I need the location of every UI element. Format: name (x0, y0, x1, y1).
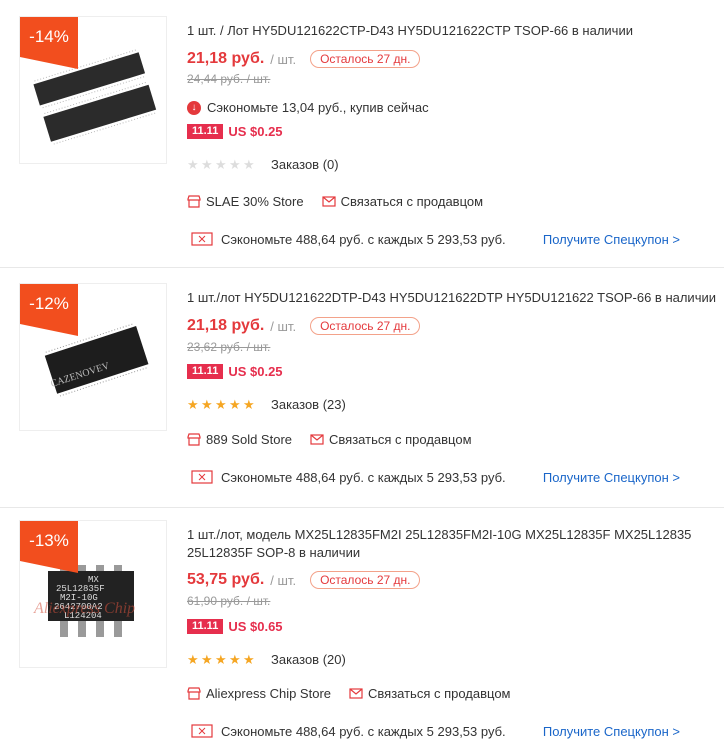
orders-count: Заказов (0) (271, 157, 339, 172)
discount-badge: -13% (20, 521, 78, 573)
envelope-icon (310, 434, 324, 445)
store-row: Aliexpress Chip Store Связаться с продав… (187, 686, 511, 701)
store-row: SLAE 30% Store Связаться с продавцом (187, 194, 483, 209)
promo-price: US $0.25 (228, 124, 283, 139)
star-filled-icon: ★ (215, 397, 227, 412)
star-filled-icon: ★ (243, 397, 255, 412)
star-filled-icon: ★ (187, 397, 199, 412)
price-row: 53,75 руб. / шт. Осталось 27 дн. (187, 570, 421, 590)
store-link[interactable]: 889 Sold Store (206, 432, 292, 447)
store-icon (187, 433, 201, 446)
coupon-icon (191, 232, 213, 246)
contact-seller[interactable]: Связаться с продавцом (310, 432, 472, 447)
star-empty-icon: ★ (243, 157, 255, 172)
envelope-icon (349, 688, 363, 699)
contact-seller-label: Связаться с продавцом (329, 432, 472, 447)
promo-row: 11.11 US $0.65 (187, 619, 283, 634)
star-filled-icon: ★ (229, 397, 241, 412)
star-empty-icon: ★ (215, 157, 227, 172)
contact-seller-label: Связаться с продавцом (368, 686, 511, 701)
promo-row: 11.11 US $0.25 (187, 124, 283, 139)
star-filled-icon: ★ (201, 397, 213, 412)
product-title[interactable]: 1 шт./лот, модель MX25L12835FM2I 25L1283… (187, 526, 712, 562)
store-link[interactable]: SLAE 30% Store (206, 194, 304, 209)
discount-badge: -12% (20, 284, 78, 336)
promo-tag: 11.11 (187, 619, 224, 634)
store-icon (187, 195, 201, 208)
star-filled-icon: ★ (187, 652, 199, 667)
coupon-text: Сэкономьте 488,64 руб. с каждых 5 293,53… (221, 723, 506, 739)
star-filled-icon: ★ (229, 652, 241, 667)
contact-seller-label: Связаться с продавцом (340, 194, 484, 209)
price: 21,18 руб. (187, 50, 265, 67)
save-now-row: ↓ Сэкономьте 13,04 руб., купив сейчас (187, 100, 429, 115)
price-row: 21,18 руб. / шт. Осталось 27 дн. (187, 49, 421, 69)
orders-count: Заказов (23) (271, 397, 346, 412)
discount-badge: -14% (20, 17, 78, 69)
remaining-days-badge: Осталось 27 дн. (310, 571, 421, 589)
per-unit: / шт. (270, 572, 297, 588)
coupon-row: Сэкономьте 488,64 руб. с каждых 5 293,53… (191, 723, 720, 739)
star-empty-icon: ★ (187, 157, 199, 172)
product-title[interactable]: 1 шт. / Лот HY5DU121622CTP-D43 HY5DU1216… (187, 22, 633, 40)
per-unit: / шт. (270, 51, 297, 67)
rating-row: ★ ★ ★ ★ ★ Заказов (20) (187, 652, 346, 667)
arrow-down-icon: ↓ (187, 100, 201, 115)
star-empty-icon: ★ (201, 157, 213, 172)
star-rating: ★ ★ ★ ★ ★ (187, 653, 257, 666)
price-row: 21,18 руб. / шт. Осталось 27 дн. (187, 316, 421, 336)
star-filled-icon: ★ (201, 652, 213, 667)
orders-count: Заказов (20) (271, 652, 346, 667)
product-image[interactable]: MX 25L12835F M2I-10G 2642700A2 L124204 A… (19, 520, 167, 668)
watermark: Aliexpress Chip (33, 600, 135, 617)
remaining-days-badge: Осталось 27 дн. (310, 317, 421, 335)
old-price: 24,44 руб. / шт. (187, 72, 271, 86)
price: 21,18 руб. (187, 317, 265, 334)
product-image[interactable]: CAZENOVEV -12% (19, 283, 167, 431)
star-filled-icon: ★ (243, 652, 255, 667)
promo-tag: 11.11 (187, 364, 224, 379)
product-title[interactable]: 1 шт./лот HY5DU121622DTP-D43 HY5DU121622… (187, 289, 716, 307)
store-link[interactable]: Aliexpress Chip Store (206, 686, 331, 701)
product-card[interactable]: CAZENOVEV -12% 1 шт./лот HY5DU121622DTP-… (0, 268, 724, 508)
store-row: 889 Sold Store Связаться с продавцом (187, 432, 472, 447)
per-unit: / шт. (270, 318, 297, 334)
old-price: 23,62 руб. / шт. (187, 340, 271, 354)
get-coupon-link[interactable]: Получите Спецкупон > (543, 232, 680, 247)
coupon-icon (191, 470, 213, 484)
star-rating: ★ ★ ★ ★ ★ (187, 398, 257, 411)
coupon-row: Сэкономьте 488,64 руб. с каждых 5 293,53… (191, 231, 720, 247)
product-card[interactable]: MX 25L12835F M2I-10G 2642700A2 L124204 A… (0, 508, 724, 752)
star-empty-icon: ★ (229, 157, 241, 172)
contact-seller[interactable]: Связаться с продавцом (349, 686, 511, 701)
coupon-row: Сэкономьте 488,64 руб. с каждых 5 293,53… (191, 469, 720, 485)
coupon-text: Сэкономьте 488,64 руб. с каждых 5 293,53… (221, 231, 506, 247)
price: 53,75 руб. (187, 571, 265, 588)
get-coupon-link[interactable]: Получите Спецкупон > (543, 724, 680, 739)
rating-row: ★ ★ ★ ★ ★ Заказов (0) (187, 157, 339, 172)
promo-price: US $0.25 (228, 364, 283, 379)
store-icon (187, 687, 201, 700)
old-price: 61,90 руб. / шт. (187, 594, 271, 608)
star-filled-icon: ★ (215, 652, 227, 667)
contact-seller[interactable]: Связаться с продавцом (321, 194, 484, 209)
product-card[interactable]: -14% 1 шт. / Лот HY5DU121622CTP-D43 HY5D… (0, 0, 724, 268)
promo-row: 11.11 US $0.25 (187, 364, 283, 379)
coupon-icon (191, 724, 213, 738)
coupon-text: Сэкономьте 488,64 руб. с каждых 5 293,53… (221, 469, 506, 485)
get-coupon-link[interactable]: Получите Спецкупон > (543, 470, 680, 485)
product-list: -14% 1 шт. / Лот HY5DU121622CTP-D43 HY5D… (0, 0, 724, 752)
promo-tag: 11.11 (187, 124, 224, 139)
remaining-days-badge: Осталось 27 дн. (310, 50, 421, 68)
product-image[interactable]: -14% (19, 16, 167, 164)
star-rating: ★ ★ ★ ★ ★ (187, 158, 257, 171)
rating-row: ★ ★ ★ ★ ★ Заказов (23) (187, 397, 346, 412)
envelope-icon (321, 196, 336, 207)
save-now-text: Сэкономьте 13,04 руб., купив сейчас (207, 100, 429, 115)
promo-price: US $0.65 (228, 619, 283, 634)
